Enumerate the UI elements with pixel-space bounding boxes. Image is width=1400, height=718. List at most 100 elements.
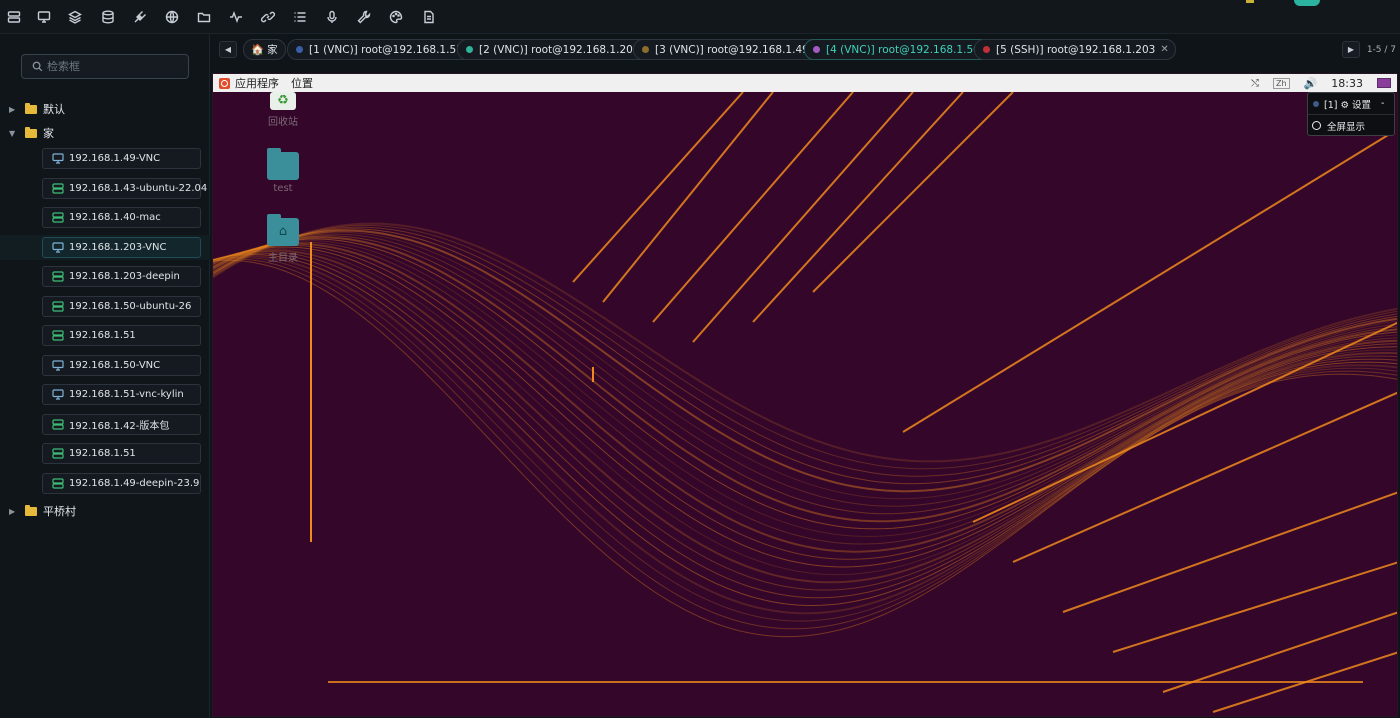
host-item[interactable]: 192.168.1.42-版本包 <box>42 414 201 435</box>
session-tab[interactable]: [2 (VNC)] root@192.168.1.203✕ <box>457 39 660 60</box>
group-home[interactable]: ▼ 家 <box>0 123 210 143</box>
server-icon <box>52 212 64 223</box>
wallpaper-streak <box>602 92 774 303</box>
host-item-active[interactable]: 192.168.1.203-VNC <box>42 237 201 258</box>
theme-toggle[interactable] <box>1294 0 1320 6</box>
host-item[interactable]: 192.168.1.51 <box>42 325 201 346</box>
database-icon[interactable] <box>100 9 116 25</box>
host-label: 192.168.1.49-deepin-23.9 <box>69 478 200 489</box>
tab-scroll-right-button[interactable]: ▶ <box>1342 41 1360 58</box>
wallpaper-streak <box>572 92 744 283</box>
list-icon[interactable] <box>292 9 308 25</box>
document-icon[interactable] <box>421 9 437 25</box>
tab-scroll-left-button[interactable]: ◀ <box>219 41 237 58</box>
session-tab[interactable]: [5 (SSH)] root@192.168.1.203 ✕ <box>974 39 1176 60</box>
host-label: 192.168.1.51-vnc-kylin <box>69 389 184 400</box>
radio-icon <box>1312 121 1321 130</box>
wallpaper-streak <box>812 92 1014 293</box>
chevron-down-icon: ▼ <box>9 128 16 138</box>
monitor-icon[interactable] <box>36 9 52 25</box>
user-menu-icon[interactable] <box>1377 78 1391 88</box>
tab-label: [5 (SSH)] root@192.168.1.203 <box>996 43 1156 56</box>
search-box[interactable] <box>21 54 189 79</box>
wallpaper-streak <box>692 92 914 343</box>
host-item[interactable]: 192.168.1.50-VNC <box>42 355 201 376</box>
status-dot <box>642 46 649 53</box>
wallpaper-wave-line <box>213 222 1397 463</box>
settings-menu-item[interactable]: [1] ⚙ 设置 - <box>1308 93 1394 115</box>
fullscreen-menu-item[interactable]: 全屏显示 <box>1308 115 1394 136</box>
wallpaper-streak <box>902 131 1394 433</box>
tab-label: [4 (VNC)] root@192.168.1.50 <box>826 43 980 56</box>
session-tab[interactable]: [1 (VNC)] root@192.168.1.51✕ <box>287 39 484 60</box>
host-label: 192.168.1.40-mac <box>69 212 161 223</box>
host-item[interactable]: 192.168.1.43-ubuntu-22.04 <box>42 178 207 199</box>
status-indicator <box>1246 0 1254 3</box>
desktop-icon-test[interactable]: test <box>261 148 305 194</box>
host-item[interactable]: 192.168.1.51-vnc-kylin <box>42 384 201 405</box>
close-icon[interactable]: ✕ <box>1160 44 1168 55</box>
wallpaper-wave-line <box>213 224 1397 470</box>
desktop-icon-label: 回收站 <box>268 117 298 128</box>
folder-icon[interactable] <box>196 9 212 25</box>
sidebar: ▶ 默认 ▼ 家 192.168.1.49-VNC 192.168.1.43-u… <box>0 34 210 718</box>
wallpaper-streak <box>1062 491 1397 613</box>
server-icon <box>52 271 64 282</box>
session-popup-menu: [1] ⚙ 设置 - 全屏显示 <box>1307 92 1395 136</box>
desktop-icon-label: test <box>273 183 293 194</box>
wallpaper-wave-line <box>213 258 1397 630</box>
activity-icon[interactable] <box>228 9 244 25</box>
collapse-button[interactable]: - <box>1381 98 1384 109</box>
wallpaper-wave-line <box>213 249 1397 584</box>
server-icon <box>52 330 64 341</box>
remote-desktop-viewport[interactable]: 应用程序 位置 ⤭ Zh 🔊 18:33 ♻ 回收站 test ⌂ 主目录 [1… <box>212 73 1398 717</box>
group-label: 家 <box>43 127 54 140</box>
host-item[interactable]: 192.168.1.49-VNC <box>42 148 201 169</box>
search-input[interactable] <box>47 60 177 73</box>
palette-icon[interactable] <box>388 9 404 25</box>
microphone-icon[interactable] <box>324 9 340 25</box>
monitor-icon <box>52 360 64 371</box>
wallpaper-wave-line <box>213 257 1397 622</box>
status-dot <box>296 46 303 53</box>
places-menu[interactable]: 位置 <box>291 75 313 91</box>
host-label: 192.168.1.42-版本包 <box>69 421 170 432</box>
wallpaper-wave-line <box>213 253 1397 607</box>
group-pingqiaocun[interactable]: ▶ 平桥村 <box>0 501 210 521</box>
search-icon <box>32 61 43 72</box>
wallpaper-streak <box>652 92 854 323</box>
server-list-icon[interactable] <box>6 9 22 25</box>
folder-icon <box>25 102 37 114</box>
host-label: 192.168.1.43-ubuntu-22.04 <box>69 183 208 194</box>
link-icon[interactable] <box>260 9 276 25</box>
wallpaper-wave-line <box>213 233 1397 507</box>
wallpaper-wave-line <box>213 245 1397 560</box>
session-tab-active[interactable]: [4 (VNC)] root@192.168.1.50✕ <box>804 39 1001 60</box>
layers-icon[interactable] <box>67 9 83 25</box>
group-label: 默认 <box>43 103 65 116</box>
plug-icon[interactable] <box>132 9 148 25</box>
network-icon[interactable]: ⤭ <box>1251 78 1259 89</box>
monitor-icon <box>52 242 64 253</box>
session-tab[interactable]: [3 (VNC)] root@192.168.1.49✕ <box>633 39 830 60</box>
tab-home[interactable]: 🏠 家 <box>243 39 286 60</box>
applications-menu[interactable]: 应用程序 <box>235 75 279 91</box>
clock[interactable]: 18:33 <box>1331 77 1363 90</box>
host-item[interactable]: 192.168.1.51 <box>42 443 201 464</box>
keyboard-layout[interactable]: Zh <box>1273 77 1290 89</box>
volume-icon[interactable]: 🔊 <box>1304 77 1318 90</box>
server-icon <box>52 301 64 312</box>
host-item[interactable]: 192.168.1.49-deepin-23.9 <box>42 473 201 494</box>
host-label: 192.168.1.49-VNC <box>69 153 161 164</box>
group-default[interactable]: ▶ 默认 <box>0 99 210 119</box>
wrench-icon[interactable] <box>356 9 372 25</box>
host-item[interactable]: 192.168.1.50-ubuntu-26 <box>42 296 201 317</box>
monitor-icon <box>52 153 64 164</box>
globe-icon[interactable] <box>164 9 180 25</box>
status-dot <box>983 46 990 53</box>
host-item[interactable]: 192.168.1.203-deepin <box>42 266 201 287</box>
host-label: 192.168.1.51 <box>69 330 136 341</box>
desktop-icon-trash[interactable]: ♻ 回收站 <box>261 92 305 128</box>
desktop-icon-home[interactable]: ⌂ 主目录 <box>261 214 305 264</box>
host-item[interactable]: 192.168.1.40-mac <box>42 207 201 228</box>
